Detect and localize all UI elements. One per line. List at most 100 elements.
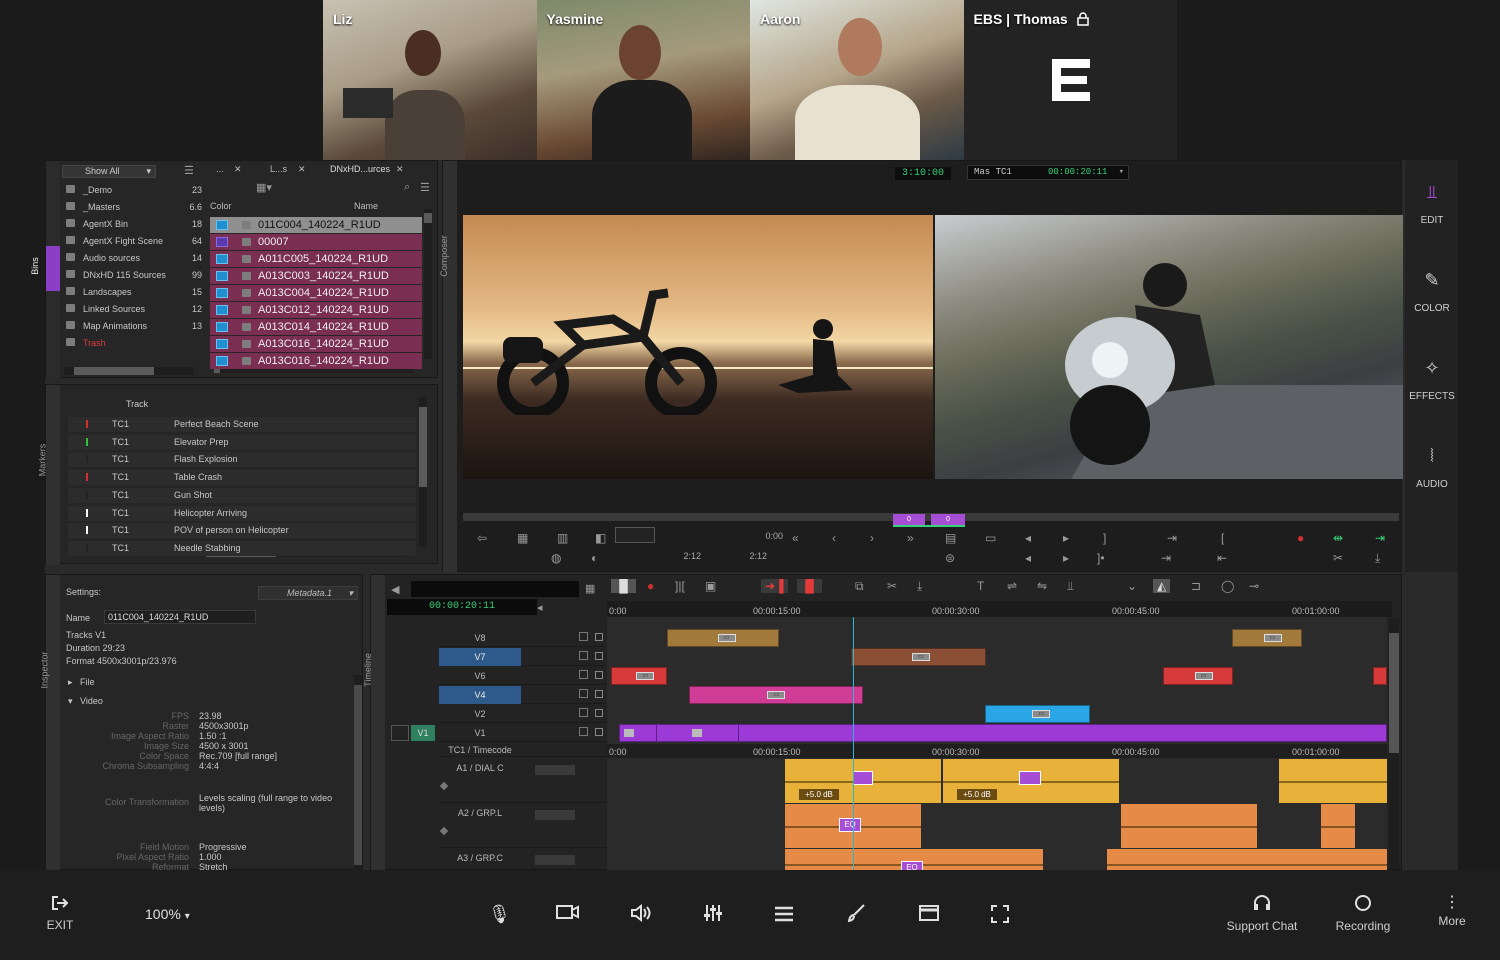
title-icon[interactable]: T xyxy=(977,579,984,593)
bin-tab[interactable]: ... xyxy=(216,164,224,174)
audio-clip[interactable] xyxy=(1121,804,1257,848)
audio-clip[interactable]: +5.0 dB xyxy=(943,759,1119,803)
support-chat-button[interactable]: Support Chat xyxy=(1220,894,1304,933)
workspace-color-button[interactable]: ✎ COLOR xyxy=(1407,270,1457,314)
audio-clip[interactable] xyxy=(1321,804,1355,848)
show-all-dropdown[interactable]: Show All ▾ xyxy=(62,165,156,178)
scissors-icon[interactable]: ✂ xyxy=(1333,551,1343,565)
track-header[interactable]: V1 xyxy=(439,724,607,742)
exit-button[interactable]: EXIT xyxy=(40,895,80,932)
track-header[interactable]: V7 xyxy=(439,648,607,666)
track-header[interactable]: V6 xyxy=(439,667,607,685)
sync-icon[interactable]: ◐ xyxy=(591,551,598,565)
scissors-icon[interactable]: ✂ xyxy=(887,579,897,593)
track-lock-icon[interactable] xyxy=(595,728,603,736)
bin-item[interactable]: Audio sources 14 xyxy=(66,253,202,263)
source-track-toggle[interactable] xyxy=(391,725,409,741)
marker-row[interactable]: TC1 Helicopter Arriving xyxy=(68,505,416,521)
record-monitor[interactable] xyxy=(935,215,1403,479)
bin-item[interactable]: AgentX Fight Scene 64 xyxy=(66,236,202,246)
circle-icon[interactable]: ◯ xyxy=(1221,579,1234,593)
collapse-icon[interactable] xyxy=(439,826,449,836)
video-section[interactable]: Video xyxy=(80,696,103,706)
overwrite-icon[interactable]: ⇥ xyxy=(1375,531,1385,545)
marker-row[interactable]: TC1 Gun Shot xyxy=(68,487,416,503)
track-header[interactable]: TC1 / Timecode xyxy=(439,743,607,757)
video-clip[interactable]: ▭ xyxy=(611,667,667,685)
chevron-right-icon[interactable]: ▸ xyxy=(68,677,73,687)
audio-clip[interactable]: EQ xyxy=(785,849,1043,871)
participant-tile-liz[interactable]: Liz xyxy=(323,0,537,160)
clip-row[interactable]: A011C005_140224_R1UD xyxy=(210,251,422,267)
close-icon[interactable]: ✕ xyxy=(298,164,306,175)
color-column-header[interactable]: Color xyxy=(210,201,232,211)
segment-mode-icon[interactable]: ▐▌ xyxy=(611,579,637,593)
splice-icon[interactable]: ⇹ xyxy=(1333,531,1343,545)
track-lock-icon[interactable] xyxy=(595,690,603,698)
zoom-dropdown[interactable]: 100% ▾ xyxy=(145,906,190,922)
clip-name-field[interactable]: 011C004_140224_R1UD xyxy=(104,610,256,624)
track-monitor-icon[interactable] xyxy=(579,651,588,660)
trim-left-icon[interactable]: ◂ xyxy=(1025,551,1031,565)
mark-out-icon[interactable]: ] xyxy=(1103,531,1106,545)
video-clip[interactable]: ▭ xyxy=(1163,667,1233,685)
video-clip[interactable]: ▭ xyxy=(689,686,863,704)
marker-b[interactable]: 0 xyxy=(931,514,965,525)
chevron-left-icon[interactable]: ◂ xyxy=(537,601,543,614)
close-icon[interactable]: ✕ xyxy=(234,164,242,175)
rewind-icon[interactable]: « xyxy=(792,531,799,545)
prev-edit-icon[interactable]: ⇤ xyxy=(1217,551,1227,565)
record-timecode-display[interactable]: Mas TC1 00:00:20:11 ▾ xyxy=(967,165,1129,180)
composer-side-tab[interactable]: Composer xyxy=(439,161,457,573)
track-header[interactable]: A3 / GRP.C xyxy=(439,849,607,881)
file-section[interactable]: File xyxy=(80,677,95,687)
track-column-header[interactable]: Track xyxy=(126,399,148,409)
bin-item[interactable]: _Masters 6.6 xyxy=(66,202,202,212)
participant-tile-yasmine[interactable]: Yasmine xyxy=(536,0,750,160)
match-frame-icon[interactable]: ⇥ xyxy=(1167,531,1177,545)
go-to-in-icon[interactable]: ◂ xyxy=(1025,531,1031,545)
track-monitor-icon[interactable] xyxy=(579,670,588,679)
record-icon[interactable]: ● xyxy=(1297,531,1304,545)
mark-in-icon[interactable]: [ xyxy=(1221,531,1224,545)
clear-icon[interactable]: ]• xyxy=(1097,551,1105,565)
source-track-v1[interactable]: V1 xyxy=(411,725,435,741)
render-icon[interactable]: ⊸ xyxy=(1249,579,1259,593)
bin-tab-active[interactable]: DNxHD...urces xyxy=(330,164,390,174)
multicam-icon[interactable]: ▥ xyxy=(557,531,568,545)
step-back-icon[interactable]: ‹ xyxy=(832,531,836,545)
workspace-audio-button[interactable]: ⦚ AUDIO xyxy=(1407,446,1457,490)
video-clip[interactable]: ▭ xyxy=(1232,629,1302,647)
audio-track-controls[interactable] xyxy=(535,855,575,865)
bin-scrollbar[interactable] xyxy=(64,367,194,375)
grid-icon[interactable]: ▦ xyxy=(517,531,528,545)
overwrite-icon[interactable]: ▣ xyxy=(705,579,716,593)
video-clip[interactable]: ▭ xyxy=(851,648,986,666)
recording-button[interactable]: Recording xyxy=(1330,894,1396,933)
video-clip[interactable] xyxy=(1373,667,1387,685)
window-icon[interactable]: ▭ xyxy=(985,531,996,545)
track-header[interactable]: A1 / DIAL C xyxy=(439,759,607,803)
marker-row[interactable]: TC1 Elevator Prep xyxy=(68,434,416,450)
grid-icon[interactable]: ▦ xyxy=(585,582,595,595)
menu-icon[interactable]: ☰ xyxy=(420,181,430,194)
record-icon[interactable]: ● xyxy=(647,579,654,593)
brush-icon[interactable] xyxy=(847,904,865,927)
window-icon[interactable] xyxy=(919,905,939,926)
playhead[interactable] xyxy=(853,617,854,871)
link-icon[interactable]: ⊜ xyxy=(945,551,955,565)
track-lock-icon[interactable] xyxy=(595,652,603,660)
track-monitor-icon[interactable] xyxy=(579,632,588,641)
microphone-icon[interactable]: 🎙︎ xyxy=(488,904,511,925)
marker-scrollbar[interactable] xyxy=(419,397,427,547)
sync-lock-icon[interactable]: ⧉ xyxy=(855,579,864,594)
speaker-icon[interactable]: ◀ xyxy=(391,583,399,596)
marker-row[interactable]: TC1 Perfect Beach Scene xyxy=(68,417,416,432)
search-icon[interactable]: ⌕ xyxy=(404,181,410,194)
participant-tile-aaron[interactable]: Aaron xyxy=(750,0,964,160)
track-lock-icon[interactable] xyxy=(595,633,603,641)
workspace-edit-button[interactable]: ⫫ EDIT xyxy=(1407,182,1457,226)
track-lock-icon[interactable] xyxy=(595,709,603,717)
metadata-preset-dropdown[interactable]: Metadata.1 ▾ xyxy=(258,586,358,600)
menu-icon[interactable]: ☰ xyxy=(184,164,194,177)
